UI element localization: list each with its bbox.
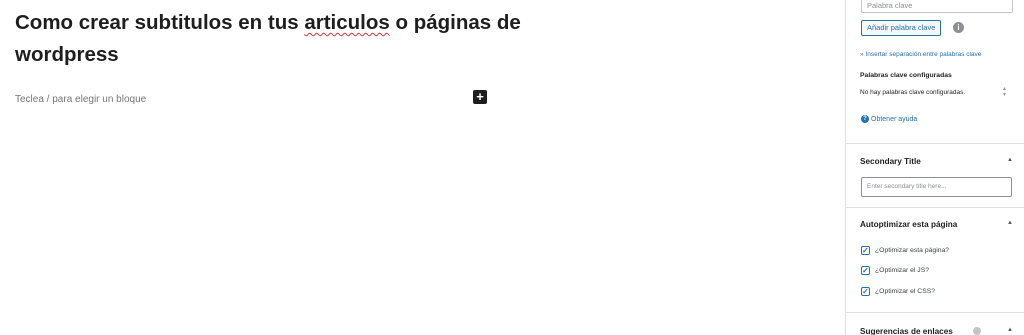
question-icon: ?	[861, 115, 869, 123]
secondary-title-panel-header[interactable]: Secondary Title ▲	[860, 157, 1013, 171]
checkmark-icon[interactable]: ✓	[861, 265, 870, 275]
chevron-down-icon: ▼	[1002, 92, 1007, 98]
link-suggestions-header-label: Sugerencias de enlaces	[860, 327, 953, 335]
help-link[interactable]: ? Obtener ayuda	[861, 115, 917, 123]
post-title-misspelled-word: articulos	[304, 11, 390, 34]
optimize-page-checkbox-row[interactable]: ✓ ¿Optimizar esta página?	[861, 245, 949, 255]
autoptimize-panel-header[interactable]: Autoptimizar esta página ▲	[860, 220, 1013, 234]
keywords-scroll-control[interactable]: ▲ ▼	[1001, 86, 1008, 100]
block-placeholder[interactable]: Teclea / para elegir un bloque	[15, 94, 146, 105]
section-divider	[846, 312, 1024, 313]
optimize-css-label: ¿Optimizar el CSS?	[875, 287, 936, 295]
optimize-page-label: ¿Optimizar esta página?	[875, 246, 950, 254]
section-divider	[846, 207, 1024, 208]
help-link-label: Obtener ayuda	[871, 115, 918, 123]
chevron-up-icon: ▲	[1007, 157, 1013, 163]
section-divider	[846, 143, 1024, 144]
info-icon[interactable]: i	[953, 22, 964, 33]
insert-separation-link[interactable]: » Insertar separación entre palabras cla…	[860, 51, 981, 58]
settings-sidebar: Palabra clave Añadir palabra clave i » I…	[845, 0, 1024, 335]
editor-canvas: Como crear subtitulos en tus articulos o…	[0, 0, 845, 335]
info-icon[interactable]	[973, 327, 981, 335]
post-title[interactable]: Como crear subtitulos en tus articulos o…	[15, 7, 535, 71]
add-keyword-button[interactable]: Añadir palabra clave	[861, 20, 942, 36]
checkmark-icon[interactable]: ✓	[861, 286, 870, 296]
secondary-title-input[interactable]: Enter secondary title here...	[861, 177, 1012, 197]
configured-keywords-label: Palabras clave configuradas	[860, 72, 952, 79]
link-suggestions-panel-header[interactable]: Sugerencias de enlaces ▲	[860, 327, 1013, 335]
optimize-css-checkbox-row[interactable]: ✓ ¿Optimizar el CSS?	[861, 286, 935, 296]
chevron-up-icon: ▲	[1007, 327, 1013, 333]
autoptimize-header-label: Autoptimizar esta página	[860, 220, 958, 229]
plus-icon: +	[476, 89, 484, 104]
secondary-title-header-label: Secondary Title	[860, 157, 921, 166]
block-inserter-button[interactable]: +	[473, 90, 487, 104]
chevron-up-icon: ▲	[1007, 220, 1013, 226]
optimize-js-checkbox-row[interactable]: ✓ ¿Optimizar el JS?	[861, 265, 929, 275]
keyword-input[interactable]: Palabra clave	[861, 0, 1013, 13]
no-keywords-text: No hay palabras clave configuradas.	[860, 89, 966, 96]
optimize-js-label: ¿Optimizar el JS?	[875, 266, 930, 274]
checkmark-icon[interactable]: ✓	[861, 245, 870, 255]
post-title-text: Como crear subtitulos en tus	[15, 11, 305, 34]
